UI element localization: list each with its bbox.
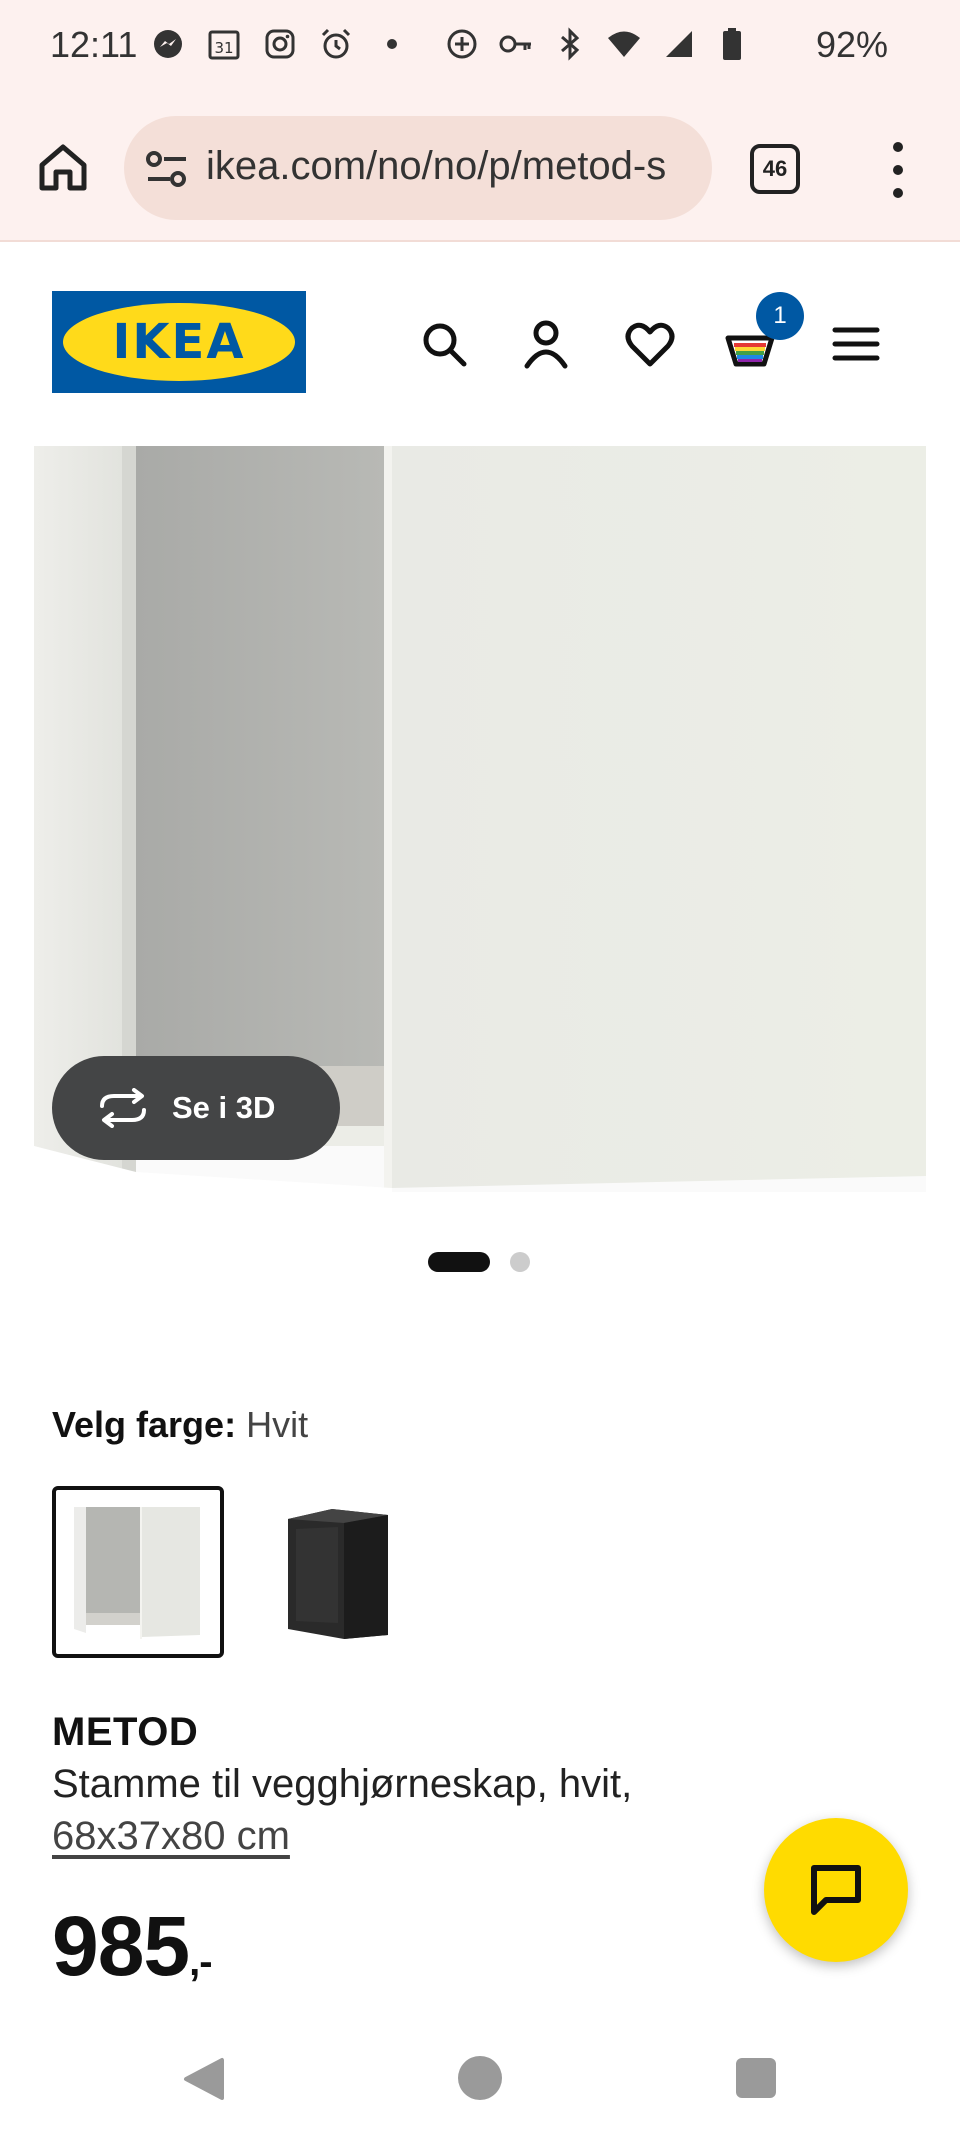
- vpn-key-icon: [498, 26, 534, 62]
- ikea-logo[interactable]: IKEA: [52, 291, 306, 393]
- back-icon[interactable]: [182, 2056, 226, 2102]
- calendar-icon: 31: [206, 26, 242, 62]
- more-notifications-dot: [374, 26, 410, 62]
- selected-color-value: Hvit: [246, 1404, 309, 1445]
- calendar-day: 31: [214, 39, 233, 57]
- product-price: 985,-: [52, 1898, 213, 1995]
- alarm-icon: [318, 26, 354, 62]
- system-icons: [444, 26, 750, 62]
- site-header: IKEA 1: [0, 242, 960, 402]
- carousel-indicator: [428, 1252, 530, 1272]
- home-icon: [39, 144, 87, 191]
- notification-icons: 31: [150, 26, 410, 62]
- tab-switcher-button[interactable]: 46: [750, 144, 800, 194]
- search-icon[interactable]: [418, 318, 470, 370]
- battery-icon: [714, 26, 750, 62]
- cell-signal-icon: [660, 26, 696, 62]
- hamburger-menu-icon[interactable]: [830, 318, 882, 370]
- home-nav-button[interactable]: [458, 2056, 502, 2100]
- site-settings-icon[interactable]: [144, 146, 190, 192]
- more-vert-icon: [893, 142, 903, 152]
- battery-percent: 92%: [815, 24, 888, 65]
- color-label-text: Velg farge:: [52, 1404, 237, 1445]
- price-suffix: ,-: [189, 1940, 212, 1984]
- system-navigation-bar: [0, 2020, 960, 2137]
- heart-icon[interactable]: [624, 318, 676, 370]
- rotate-3d-icon: [100, 1088, 146, 1128]
- status-bar: 12:11 31 92%: [0, 0, 960, 96]
- bluetooth-icon: [552, 26, 588, 62]
- browser-toolbar: ikea.com/no/no/p/metod-s 46: [0, 96, 960, 242]
- carousel-dot[interactable]: [510, 1252, 530, 1272]
- black-cabinet-thumbnail: [288, 1509, 388, 1639]
- view-in-3d-button[interactable]: Se i 3D: [52, 1056, 340, 1160]
- wifi-icon: [606, 26, 642, 62]
- cart-count-badge: 1: [756, 292, 804, 340]
- product-description: Stamme til vegghjørneskap, hvit,: [52, 1762, 633, 1806]
- color-swatch-white[interactable]: [52, 1486, 224, 1658]
- status-time: 12:11: [50, 24, 138, 65]
- view-in-3d-label: Se i 3D: [172, 1090, 276, 1125]
- chat-icon: [811, 1865, 861, 1915]
- browser-menu-button[interactable]: [880, 142, 916, 198]
- product-size-link[interactable]: 68x37x80 cm: [52, 1814, 290, 1859]
- logo-text: IKEA: [112, 314, 246, 370]
- chat-button[interactable]: [764, 1818, 908, 1962]
- messenger-icon: [150, 26, 186, 62]
- address-bar[interactable]: ikea.com/no/no/p/metod-s: [124, 116, 712, 220]
- carousel-dot-active[interactable]: [428, 1252, 490, 1272]
- product-name[interactable]: METOD: [52, 1710, 198, 1755]
- white-cabinet-thumbnail: [74, 1507, 200, 1639]
- account-icon[interactable]: [520, 318, 572, 370]
- instagram-icon: [262, 26, 298, 62]
- data-saver-icon: [444, 26, 480, 62]
- color-picker-label: Velg farge: Hvit: [52, 1404, 308, 1446]
- color-swatch-black[interactable]: [248, 1486, 420, 1658]
- recents-nav-button[interactable]: [736, 2058, 776, 2098]
- url-text[interactable]: ikea.com/no/no/p/metod-s: [206, 144, 696, 189]
- price-value: 985: [52, 1899, 190, 1993]
- browser-home-button[interactable]: [36, 140, 90, 194]
